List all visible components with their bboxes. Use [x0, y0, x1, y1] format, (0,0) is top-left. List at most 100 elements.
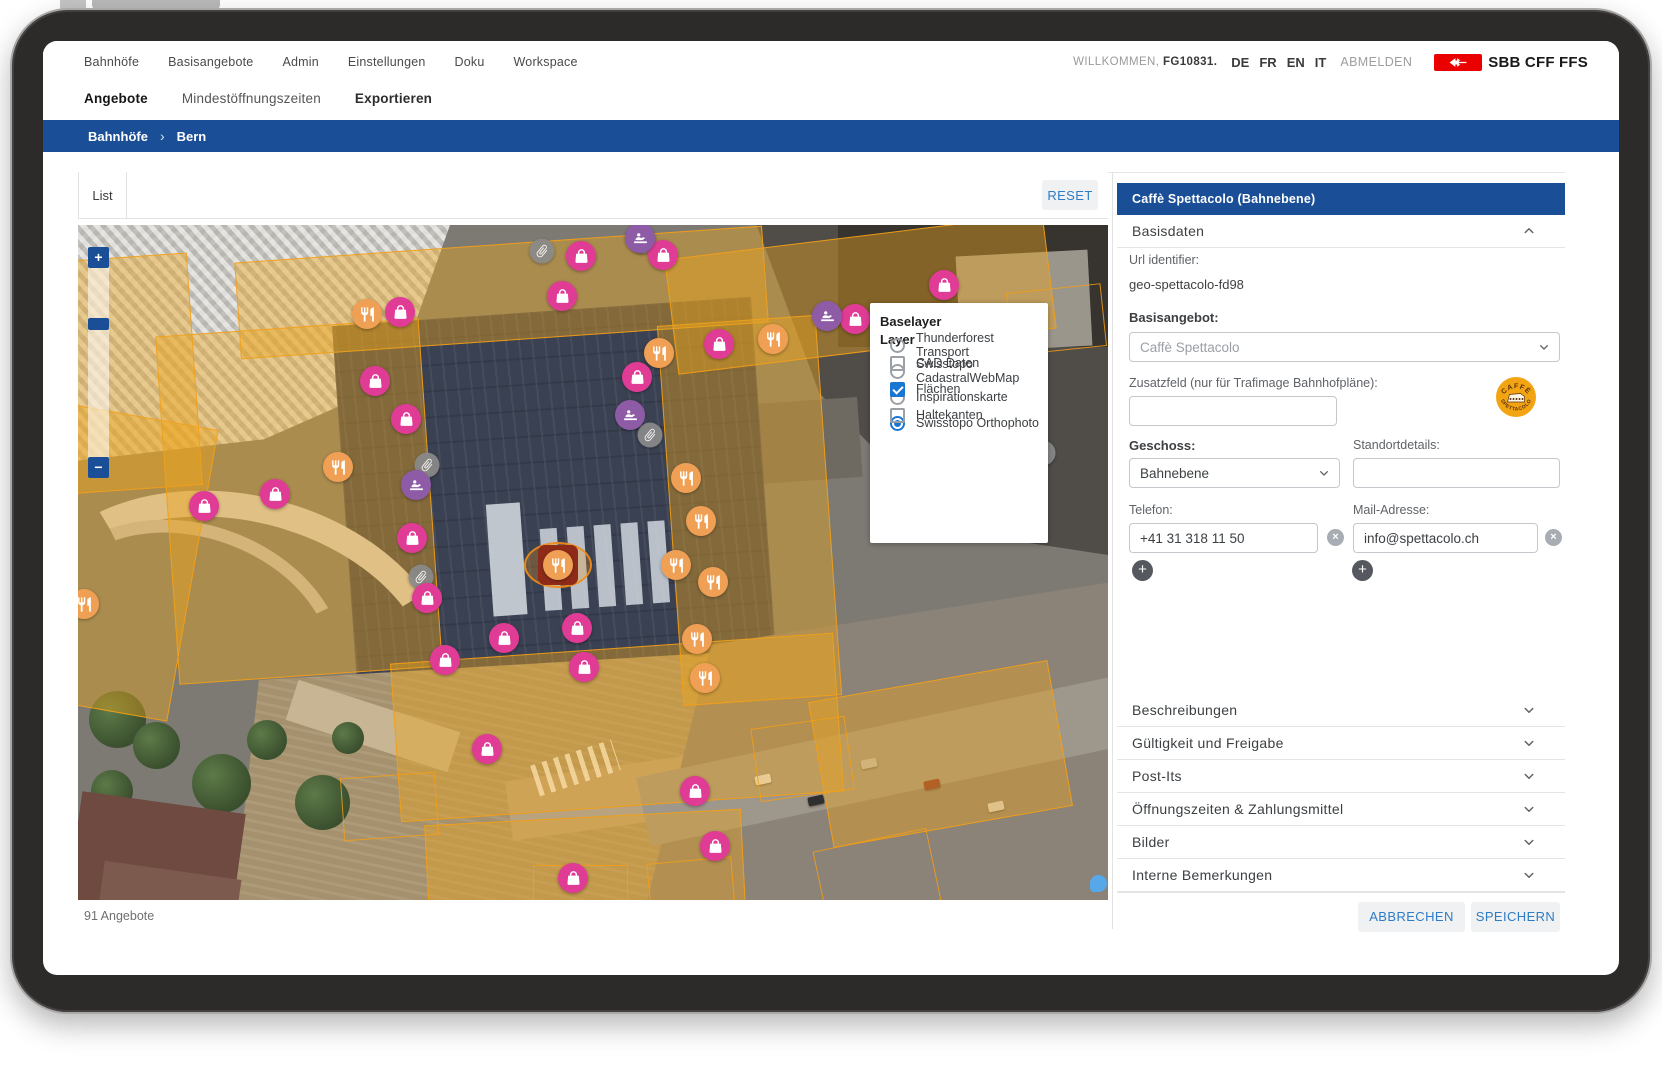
reset-button[interactable]: RESET — [1042, 180, 1098, 210]
basisdaten-form: Url identifier: geo-spettacolo-fd98 Basi… — [1117, 248, 1565, 694]
layer-option-cad-daten[interactable]: CAD Daten — [880, 350, 983, 376]
section-bilder[interactable]: Bilder — [1117, 826, 1565, 859]
section-beschreibungen[interactable]: Beschreibungen — [1117, 694, 1565, 727]
top-nav-doku[interactable]: Doku — [455, 55, 485, 69]
lang-fr[interactable]: FR — [1259, 55, 1276, 70]
standortdetails-input[interactable] — [1353, 458, 1560, 488]
chevron-down-icon — [1520, 866, 1538, 884]
shop-marker[interactable] — [569, 652, 599, 682]
shop-marker[interactable] — [412, 583, 442, 613]
caffe-spettacolo-logo: CAFFÈ SPETTACOLO — [1495, 376, 1537, 418]
geschoss-select[interactable]: Bahnebene — [1129, 458, 1340, 488]
shop-marker[interactable] — [391, 404, 421, 434]
shop-marker[interactable] — [566, 241, 596, 271]
tab-list[interactable]: List — [78, 172, 127, 218]
logout-link[interactable]: ABMELDEN — [1340, 55, 1412, 69]
sub-nav-angebote[interactable]: Angebote — [84, 91, 148, 106]
section-interne-bemerkungen[interactable]: Interne Bemerkungen — [1117, 859, 1565, 892]
shop-marker[interactable] — [489, 623, 519, 653]
app-header: Bahnhöfe Basisangebote Admin Einstellungen D… — [43, 41, 1619, 120]
chevron-down-icon — [1536, 339, 1552, 355]
lang-de[interactable]: DE — [1231, 55, 1249, 70]
attachment-marker[interactable] — [530, 239, 555, 264]
shop-marker[interactable] — [430, 645, 460, 675]
checkbox-icon[interactable] — [890, 356, 905, 371]
basisangebot-select[interactable]: Caffè Spettacolo — [1129, 332, 1560, 362]
restaurant-marker[interactable] — [352, 299, 382, 329]
service-marker[interactable] — [812, 301, 842, 331]
map[interactable]: + − Baselayer Thunderforest TransportSwi… — [78, 225, 1108, 900]
layer-option-haltekanten[interactable]: Haltekanten — [880, 402, 983, 428]
lang-it[interactable]: IT — [1315, 55, 1327, 70]
attachment-marker[interactable] — [638, 423, 663, 448]
shop-marker[interactable] — [260, 479, 290, 509]
mail-clear-icon[interactable]: × — [1545, 529, 1562, 546]
shop-marker[interactable] — [840, 304, 870, 334]
zoom-in-button[interactable]: + — [88, 247, 109, 268]
section-gültigkeit-und-freigabe[interactable]: Gültigkeit und Freigabe — [1117, 727, 1565, 760]
breadcrumb-separator: › — [160, 128, 165, 144]
shop-marker[interactable] — [700, 831, 730, 861]
layer-option-label: Haltekanten — [916, 408, 983, 422]
checkbox-icon[interactable] — [890, 408, 905, 423]
checkbox-icon[interactable] — [890, 382, 905, 397]
top-nav-bahnhöfe[interactable]: Bahnhöfe — [84, 55, 139, 69]
shop-marker[interactable] — [547, 281, 577, 311]
username: FG10831. — [1163, 56, 1217, 68]
water-poi-marker[interactable] — [1090, 875, 1107, 892]
service-marker[interactable] — [401, 470, 431, 500]
restaurant-marker[interactable] — [661, 550, 691, 580]
section-label: Interne Bemerkungen — [1132, 867, 1272, 883]
shop-marker[interactable] — [558, 863, 588, 893]
telefon-label: Telefon: — [1129, 503, 1173, 517]
shop-marker[interactable] — [189, 491, 219, 521]
section-basisdaten[interactable]: Basisdaten — [1117, 215, 1565, 248]
section-post-its[interactable]: Post-Its — [1117, 760, 1565, 793]
telefon-input[interactable] — [1129, 523, 1318, 553]
layer-switcher-panel: Baselayer Thunderforest TransportSwissto… — [870, 303, 1048, 543]
top-nav-admin[interactable]: Admin — [282, 55, 318, 69]
top-nav-einstellungen[interactable]: Einstellungen — [348, 55, 426, 69]
sub-nav-mindestöffnungszeiten[interactable]: Mindestöffnungszeiten — [182, 91, 321, 106]
shop-marker[interactable] — [360, 366, 390, 396]
add-mail-button[interactable]: + — [1352, 560, 1373, 581]
top-nav-workspace[interactable]: Workspace — [514, 55, 578, 69]
shop-marker[interactable] — [680, 776, 710, 806]
restaurant-marker[interactable] — [323, 452, 353, 482]
breadcrumb-root[interactable]: Bahnhöfe — [88, 129, 148, 144]
zusatzfeld-input[interactable] — [1129, 396, 1337, 426]
save-button[interactable]: SPEICHERN — [1471, 902, 1560, 932]
sub-nav-exportieren[interactable]: Exportieren — [355, 91, 432, 106]
restaurant-marker[interactable] — [644, 338, 674, 368]
zoom-out-button[interactable]: − — [88, 457, 109, 478]
shop-marker[interactable] — [562, 613, 592, 643]
shop-marker[interactable] — [397, 523, 427, 553]
restaurant-marker[interactable] — [671, 463, 701, 493]
restaurant-marker[interactable] — [690, 663, 720, 693]
restaurant-marker[interactable] — [698, 567, 728, 597]
layer-option-flächen[interactable]: Flächen — [880, 376, 983, 402]
breadcrumb: Bahnhöfe › Bern — [43, 120, 1619, 152]
selected-restaurant-marker[interactable] — [543, 550, 573, 580]
top-nav-basisangebote[interactable]: Basisangebote — [168, 55, 253, 69]
shop-marker[interactable] — [385, 297, 415, 327]
mail-input[interactable] — [1353, 523, 1538, 553]
restaurant-marker[interactable] — [686, 506, 716, 536]
restaurant-marker[interactable] — [682, 624, 712, 654]
section-öffnungszeiten-zahlungsmittel[interactable]: Öffnungszeiten & Zahlungsmittel — [1117, 793, 1565, 826]
shop-marker[interactable] — [472, 734, 502, 764]
shop-marker[interactable] — [622, 362, 652, 392]
shop-marker[interactable] — [704, 329, 734, 359]
zoom-slider-handle[interactable] — [88, 318, 109, 330]
telefon-clear-icon[interactable]: × — [1327, 529, 1344, 546]
restaurant-marker[interactable] — [758, 324, 788, 354]
geschoss-value: Bahnebene — [1140, 466, 1209, 481]
url-identifier-value: geo-spettacolo-fd98 — [1129, 277, 1244, 292]
add-telefon-button[interactable]: + — [1132, 560, 1153, 581]
lang-en[interactable]: EN — [1287, 55, 1305, 70]
service-marker[interactable] — [615, 400, 645, 430]
header-right: WILLKOMMEN, FG10831. DEFRENIT ABMELDEN S… — [1073, 49, 1588, 75]
shop-marker[interactable] — [929, 270, 959, 300]
cancel-button[interactable]: ABBRECHEN — [1358, 902, 1465, 932]
mail-label: Mail-Adresse: — [1353, 503, 1429, 517]
